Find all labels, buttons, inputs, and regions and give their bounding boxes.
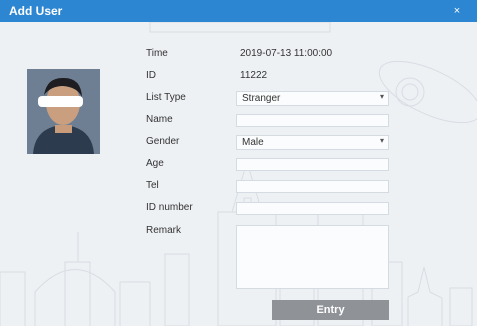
dialog-title: Add User [9, 4, 63, 18]
age-input[interactable] [236, 158, 389, 171]
chevron-down-icon: ▾ [379, 92, 384, 101]
name-input[interactable] [236, 114, 389, 127]
gender-select[interactable]: Male ▾ [236, 135, 389, 150]
close-button[interactable]: × [447, 4, 467, 18]
title-bar[interactable]: Add User × [0, 0, 477, 22]
add-user-dialog: Add User × Time 2019-07-13 11:00:00 ID 1… [0, 0, 477, 326]
list-type-select[interactable]: Stranger ▾ [236, 91, 389, 106]
id-number-input[interactable] [236, 202, 389, 215]
id-number-label: ID number [146, 202, 193, 213]
user-photo [27, 69, 100, 154]
time-value: 2019-07-13 11:00:00 [240, 48, 333, 59]
dialog-body: Time 2019-07-13 11:00:00 ID 11222 List T… [0, 22, 477, 326]
name-label: Name [146, 114, 173, 125]
entry-button[interactable]: Entry [272, 300, 389, 320]
tel-label: Tel [146, 180, 159, 191]
list-type-label: List Type [146, 92, 186, 103]
chevron-down-icon: ▾ [379, 136, 384, 145]
age-label: Age [146, 158, 164, 169]
face-photo-icon [27, 69, 100, 154]
gender-label: Gender [146, 136, 180, 147]
time-label: Time [146, 48, 168, 59]
tel-input[interactable] [236, 180, 389, 193]
remark-textarea[interactable] [236, 225, 389, 289]
id-value: 11222 [240, 70, 268, 81]
gender-selected: Male [242, 137, 264, 148]
remark-label: Remark [146, 225, 182, 236]
id-label: ID [146, 70, 156, 81]
list-type-selected: Stranger [242, 93, 281, 104]
